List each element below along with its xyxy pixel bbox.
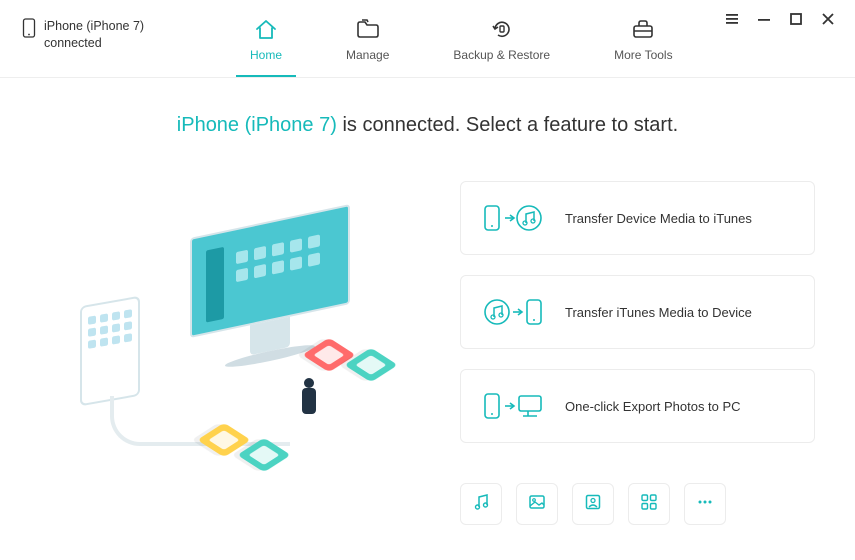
- main-content: iPhone (iPhone 7) is connected. Select a…: [0, 78, 855, 545]
- device-status: iPhone (iPhone 7) connected: [0, 0, 240, 52]
- quick-more[interactable]: [684, 483, 726, 525]
- device-to-pc-icon: [483, 390, 543, 422]
- device-state: connected: [44, 35, 144, 52]
- quick-music[interactable]: [460, 483, 502, 525]
- folder-icon: [355, 16, 381, 42]
- restore-icon: [489, 16, 515, 42]
- feature-itunes-to-device[interactable]: Transfer iTunes Media to Device: [460, 275, 815, 349]
- nav-label: Home: [250, 48, 282, 62]
- toolbox-icon: [630, 16, 656, 42]
- nav-label: Manage: [346, 48, 389, 62]
- headline-text: is connected. Select a feature to start.: [342, 114, 678, 136]
- device-name: iPhone (iPhone 7): [44, 18, 144, 35]
- quick-contacts[interactable]: [572, 483, 614, 525]
- nav-more-tools[interactable]: More Tools: [614, 16, 672, 62]
- nav-label: Backup & Restore: [453, 48, 550, 62]
- feature-label: Transfer iTunes Media to Device: [565, 305, 752, 320]
- quick-photos[interactable]: [516, 483, 558, 525]
- quick-apps[interactable]: [628, 483, 670, 525]
- minimize-button[interactable]: [755, 12, 773, 31]
- close-button[interactable]: [819, 12, 837, 31]
- feature-label: Transfer Device Media to iTunes: [565, 211, 752, 226]
- apps-icon: [640, 493, 658, 516]
- menu-button[interactable]: [723, 12, 741, 31]
- profile-icon: [584, 493, 602, 516]
- device-to-itunes-icon: [483, 202, 543, 234]
- nav-label: More Tools: [614, 48, 672, 62]
- feature-export-photos[interactable]: One-click Export Photos to PC: [460, 369, 815, 443]
- feature-label: One-click Export Photos to PC: [565, 399, 741, 414]
- nav-manage[interactable]: Manage: [346, 16, 389, 62]
- itunes-to-device-icon: [483, 296, 543, 328]
- feature-list: Transfer Device Media to iTunes T: [460, 181, 815, 525]
- more-icon: [696, 493, 714, 516]
- image-icon: [528, 493, 546, 516]
- phone-icon: [22, 18, 36, 43]
- nav-home[interactable]: Home: [250, 16, 282, 62]
- quick-actions: [460, 483, 815, 525]
- headline: iPhone (iPhone 7) is connected. Select a…: [40, 114, 815, 137]
- maximize-button[interactable]: [787, 12, 805, 31]
- headline-device: iPhone (iPhone 7): [177, 114, 337, 136]
- top-nav: Home Manage Backup & Restore More Tools: [250, 0, 673, 62]
- home-icon: [253, 16, 279, 42]
- nav-backup-restore[interactable]: Backup & Restore: [453, 16, 550, 62]
- window-controls: [723, 12, 837, 31]
- device-illustration: [60, 181, 430, 481]
- music-icon: [472, 493, 490, 516]
- feature-device-to-itunes[interactable]: Transfer Device Media to iTunes: [460, 181, 815, 255]
- header: iPhone (iPhone 7) connected Home Manage …: [0, 0, 855, 78]
